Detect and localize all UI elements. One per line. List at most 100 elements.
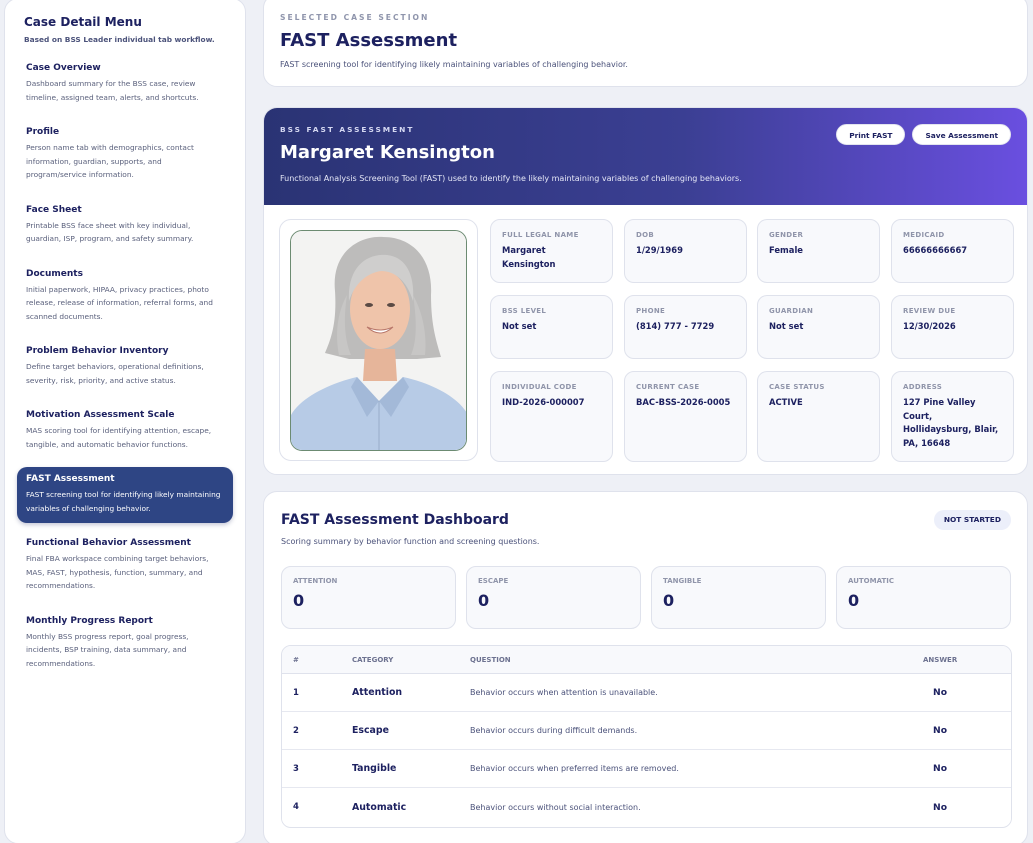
score-attention: ATTENTION 0 [281,566,456,629]
field-label: GENDER [769,231,804,239]
table-row[interactable]: 2 Escape Behavior occurs during difficul… [282,712,1011,750]
sidebar-list: Case Overview Dashboard summary for the … [17,56,233,678]
row-number: 4 [293,802,299,812]
individual-name: Margaret Kensington [280,142,495,163]
column-header-number: # [293,655,299,664]
field-phone: PHONE (814) 777 - 7729 [624,295,747,359]
field-value: 66666666667 [903,245,968,255]
field-label: PHONE [636,307,666,315]
sidebar-item-desc: Monthly BSS progress report, goal progre… [26,631,189,668]
individual-profile-card: BSS FAST ASSESSMENT Margaret Kensington … [263,107,1028,475]
portrait-image [291,231,466,450]
table-row[interactable]: 3 Tangible Behavior occurs when preferre… [282,750,1011,788]
sidebar-item-problem-behavior-inventory[interactable]: Problem Behavior Inventory Define target… [17,339,233,395]
field-guardian: GUARDIAN Not set [757,295,880,359]
column-header-category: CATEGORY [352,655,394,664]
score-label: TANGIBLE [663,577,702,585]
field-value: Margaret Kensington [502,245,556,269]
row-question: Behavior occurs when attention is unavai… [470,688,658,697]
row-category: Tangible [352,763,397,774]
sidebar-item-label: Face Sheet [26,204,82,215]
field-value: BAC-BSS-2026-0005 [636,397,731,407]
score-tangible: TANGIBLE 0 [651,566,826,629]
field-label: INDIVIDUAL CODE [502,383,577,391]
row-number: 3 [293,763,299,774]
sidebar-item-documents[interactable]: Documents Initial paperwork, HIPAA, priv… [17,262,233,332]
row-question: Behavior occurs without social interacti… [470,802,641,812]
field-review-due: REVIEW DUE 12/30/2026 [891,295,1014,359]
field-label: BSS LEVEL [502,307,547,315]
sidebar-item-fast-assessment[interactable]: FAST Assessment FAST screening tool for … [17,467,233,523]
score-automatic: AUTOMATIC 0 [836,566,1011,629]
field-full-legal-name: FULL LEGAL NAME Margaret Kensington [490,219,613,283]
field-value: Not set [502,321,537,331]
score-value: 0 [848,591,860,610]
sidebar-item-functional-behavior-assessment[interactable]: Functional Behavior Assessment Final FBA… [17,531,233,601]
sidebar-item-desc: Printable BSS face sheet with key indivi… [26,220,194,244]
score-label: ESCAPE [478,577,509,585]
column-header-answer: ANSWER [923,655,958,664]
field-value: 127 Pine Valley Court, Hollidaysburg, Bl… [903,397,999,448]
field-individual-code: INDIVIDUAL CODE IND-2026-000007 [490,371,613,462]
field-value: Female [769,245,803,255]
sidebar-item-face-sheet[interactable]: Face Sheet Printable BSS face sheet with… [17,198,233,254]
field-label: REVIEW DUE [903,307,956,315]
sidebar-item-desc: Dashboard summary for the BSS case, revi… [26,79,199,102]
field-case-status: CASE STATUS ACTIVE [757,371,880,462]
field-label: CURRENT CASE [636,383,700,391]
sidebar-item-label: Case Overview [26,63,101,73]
field-value: 1/29/1969 [636,245,683,255]
column-header-question: QUESTION [470,655,511,664]
field-label: GUARDIAN [769,307,814,315]
page-title: FAST Assessment [280,30,458,51]
sidebar-item-profile[interactable]: Profile Person name tab with demographic… [17,120,233,190]
table-row[interactable]: 4 Automatic Behavior occurs without soci… [282,788,1011,826]
score-label: AUTOMATIC [848,577,894,585]
row-answer[interactable]: No [933,712,947,749]
field-label: FULL LEGAL NAME [502,231,579,239]
field-value: ACTIVE [769,397,803,407]
table-row[interactable]: 1 Attention Behavior occurs when attenti… [282,674,1011,712]
sidebar-item-case-overview[interactable]: Case Overview Dashboard summary for the … [17,56,233,112]
sidebar-item-desc: Final FBA workspace combining target beh… [26,554,209,590]
individual-photo [290,230,467,451]
score-value: 0 [663,591,675,610]
dashboard-subtitle: Scoring summary by behavior function and… [281,537,540,546]
field-value: 12/30/2026 [903,321,956,331]
assessment-banner: BSS FAST ASSESSMENT Margaret Kensington … [264,108,1027,205]
section-eyebrow: SELECTED CASE SECTION [280,13,430,22]
sidebar-subtitle: Based on BSS Leader individual tab workf… [24,35,215,44]
sidebar-item-label: Motivation Assessment Scale [26,410,175,420]
row-number: 1 [293,687,299,698]
save-assessment-button[interactable]: Save Assessment [912,124,1011,145]
sidebar-item-label: Functional Behavior Assessment [26,538,191,548]
score-label: ATTENTION [293,577,338,585]
table-header: # CATEGORY QUESTION ANSWER [282,646,1011,674]
sidebar-item-label: Profile [26,127,60,137]
row-answer[interactable]: No [933,674,947,711]
sidebar-item-desc: Define target behaviors, operational def… [26,362,204,385]
sidebar-item-label: Monthly Progress Report [26,615,153,626]
field-label: MEDICAID [903,231,945,239]
sidebar-item-motivation-assessment-scale[interactable]: Motivation Assessment Scale MAS scoring … [17,403,233,459]
score-value: 0 [293,591,305,610]
sidebar-item-desc: Initial paperwork, HIPAA, privacy practi… [26,284,213,321]
row-question: Behavior occurs during difficult demands… [470,726,638,735]
photo-frame [279,219,478,461]
section-description: FAST screening tool for identifying like… [280,60,628,69]
row-answer[interactable]: No [933,788,947,826]
banner-actions: Print FAST Save Assessment [836,124,1011,145]
sidebar-item-label: Documents [26,268,83,279]
field-value: (814) 777 - 7729 [636,321,715,331]
field-value: Not set [769,321,804,331]
row-answer[interactable]: No [933,750,947,787]
case-detail-sidebar: Case Detail Menu Based on BSS Leader ind… [4,0,246,843]
field-address: ADDRESS 127 Pine Valley Court, Hollidays… [891,371,1014,462]
dashboard-title: FAST Assessment Dashboard [281,512,509,528]
sidebar-item-monthly-progress-report[interactable]: Monthly Progress Report Monthly BSS prog… [17,609,233,679]
score-escape: ESCAPE 0 [466,566,641,629]
field-label: DOB [636,231,654,239]
sidebar-item-desc: FAST screening tool for identifying like… [26,490,221,513]
row-number: 2 [293,725,299,736]
print-fast-button[interactable]: Print FAST [836,124,906,145]
